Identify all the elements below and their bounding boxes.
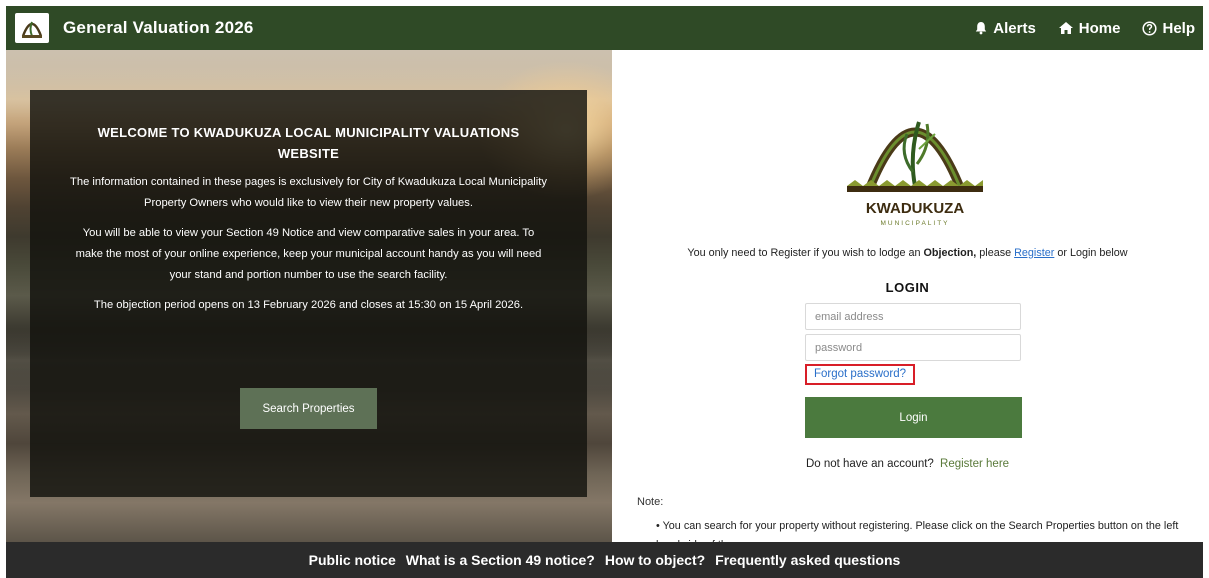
register-here-link[interactable]: Register here: [940, 458, 1009, 470]
header-nav: Alerts Home Help: [974, 20, 1195, 37]
nav-alerts[interactable]: Alerts: [974, 20, 1036, 37]
welcome-title: WELCOME TO KWADUKUZA LOCAL MUNICIPALITY …: [97, 125, 520, 161]
search-properties-button[interactable]: Search Properties: [240, 388, 377, 429]
welcome-paragraph-2: You will be able to view your Section 49…: [75, 227, 542, 281]
footer-link-how-to-object[interactable]: How to object?: [605, 552, 705, 568]
nav-home[interactable]: Home: [1058, 19, 1121, 37]
no-account-row: Do not have an account? Register here: [612, 458, 1203, 470]
footer-link-faq[interactable]: Frequently asked questions: [715, 552, 900, 568]
logo-text-sub: MUNICIPALITY: [880, 220, 949, 227]
welcome-panel: WELCOME TO KWADUKUZA LOCAL MUNICIPALITY …: [30, 90, 587, 497]
forgot-password-link[interactable]: Forgot password?: [805, 364, 916, 385]
note-label: Note:: [637, 496, 664, 508]
register-note-text-2: please: [976, 247, 1015, 259]
register-note-text-3: or Login below: [1054, 247, 1128, 259]
login-panel: KWADUKUZA MUNICIPALITY You only need to …: [612, 50, 1203, 551]
site-title: General Valuation 2026: [63, 18, 254, 37]
footer-link-public-notice[interactable]: Public notice: [309, 552, 396, 568]
welcome-paragraph-3: The objection period opens on 13 Februar…: [93, 299, 524, 311]
top-navigation-bar: General Valuation 2026 Alerts Home Help: [6, 6, 1203, 50]
email-field[interactable]: [805, 303, 1021, 330]
register-note: You only need to Register if you wish to…: [612, 247, 1203, 259]
register-note-text-1: You only need to Register if you wish to…: [687, 247, 924, 259]
logo-text-main: KWADUKUZA: [866, 200, 964, 217]
register-note-objection: Objection,: [923, 247, 977, 259]
home-icon: [1058, 22, 1073, 34]
help-circle-icon: [1142, 20, 1158, 36]
login-title: LOGIN: [885, 280, 930, 295]
nav-alerts-label: Alerts: [993, 19, 1036, 37]
nav-home-label: Home: [1078, 19, 1121, 37]
password-field[interactable]: [805, 334, 1021, 361]
hero-background-image: WELCOME TO KWADUKUZA LOCAL MUNICIPALITY …: [6, 50, 612, 542]
bell-icon: [976, 22, 987, 35]
register-link[interactable]: Register: [1014, 247, 1054, 259]
kwadukuza-logo: KWADUKUZA MUNICIPALITY: [847, 121, 983, 227]
municipality-logo-icon[interactable]: [15, 13, 49, 43]
nav-help-label: Help: [1162, 19, 1195, 37]
footer-link-section-49[interactable]: What is a Section 49 notice?: [406, 552, 595, 568]
welcome-paragraph-1: The information contained in these pages…: [70, 176, 547, 209]
footer-links-bar: Public notice What is a Section 49 notic…: [6, 542, 1203, 578]
no-account-text: Do not have an account?: [805, 458, 934, 470]
nav-help[interactable]: Help: [1142, 20, 1195, 37]
login-button[interactable]: Login: [805, 397, 1022, 438]
